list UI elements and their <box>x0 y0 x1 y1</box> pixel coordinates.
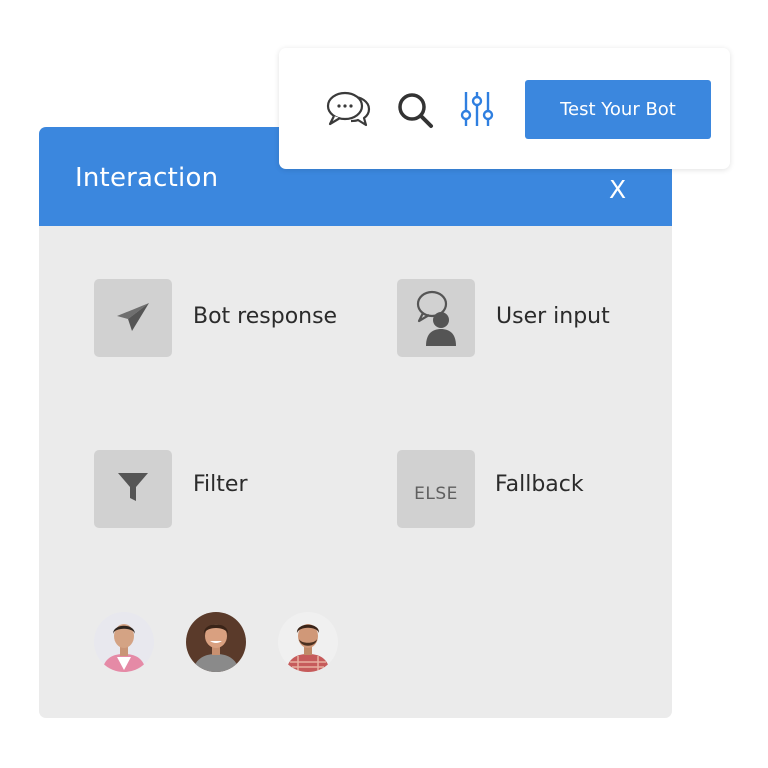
avatar <box>186 612 246 672</box>
close-button[interactable]: X <box>609 175 626 204</box>
fallback-tile[interactable]: ELSE <box>397 450 475 528</box>
bot-response-tile[interactable] <box>94 279 172 357</box>
chat-bubbles-icon[interactable] <box>323 86 373 130</box>
avatar <box>94 612 154 672</box>
user-input-label: User input <box>496 304 610 329</box>
interaction-panel: Interaction X Bot response User input Fi… <box>39 127 672 718</box>
paper-plane-icon <box>113 296 153 340</box>
bot-response-label: Bot response <box>193 304 338 329</box>
panel-title: Interaction <box>75 163 219 193</box>
sliders-icon[interactable] <box>457 88 497 130</box>
else-icon: ELSE <box>414 484 458 504</box>
filter-label: Filter <box>193 472 248 497</box>
search-icon[interactable] <box>393 88 437 132</box>
canvas: Interaction X Bot response User input Fi… <box>0 0 768 768</box>
test-your-bot-button[interactable]: Test Your Bot <box>525 80 711 139</box>
user-input-tile[interactable] <box>397 279 475 357</box>
fallback-label: Fallback <box>495 472 584 497</box>
toolbar: Test Your Bot <box>279 48 730 169</box>
filter-icon <box>113 467 153 511</box>
avatar <box>278 612 338 672</box>
filter-tile[interactable] <box>94 450 172 528</box>
user-speech-icon <box>411 286 461 350</box>
